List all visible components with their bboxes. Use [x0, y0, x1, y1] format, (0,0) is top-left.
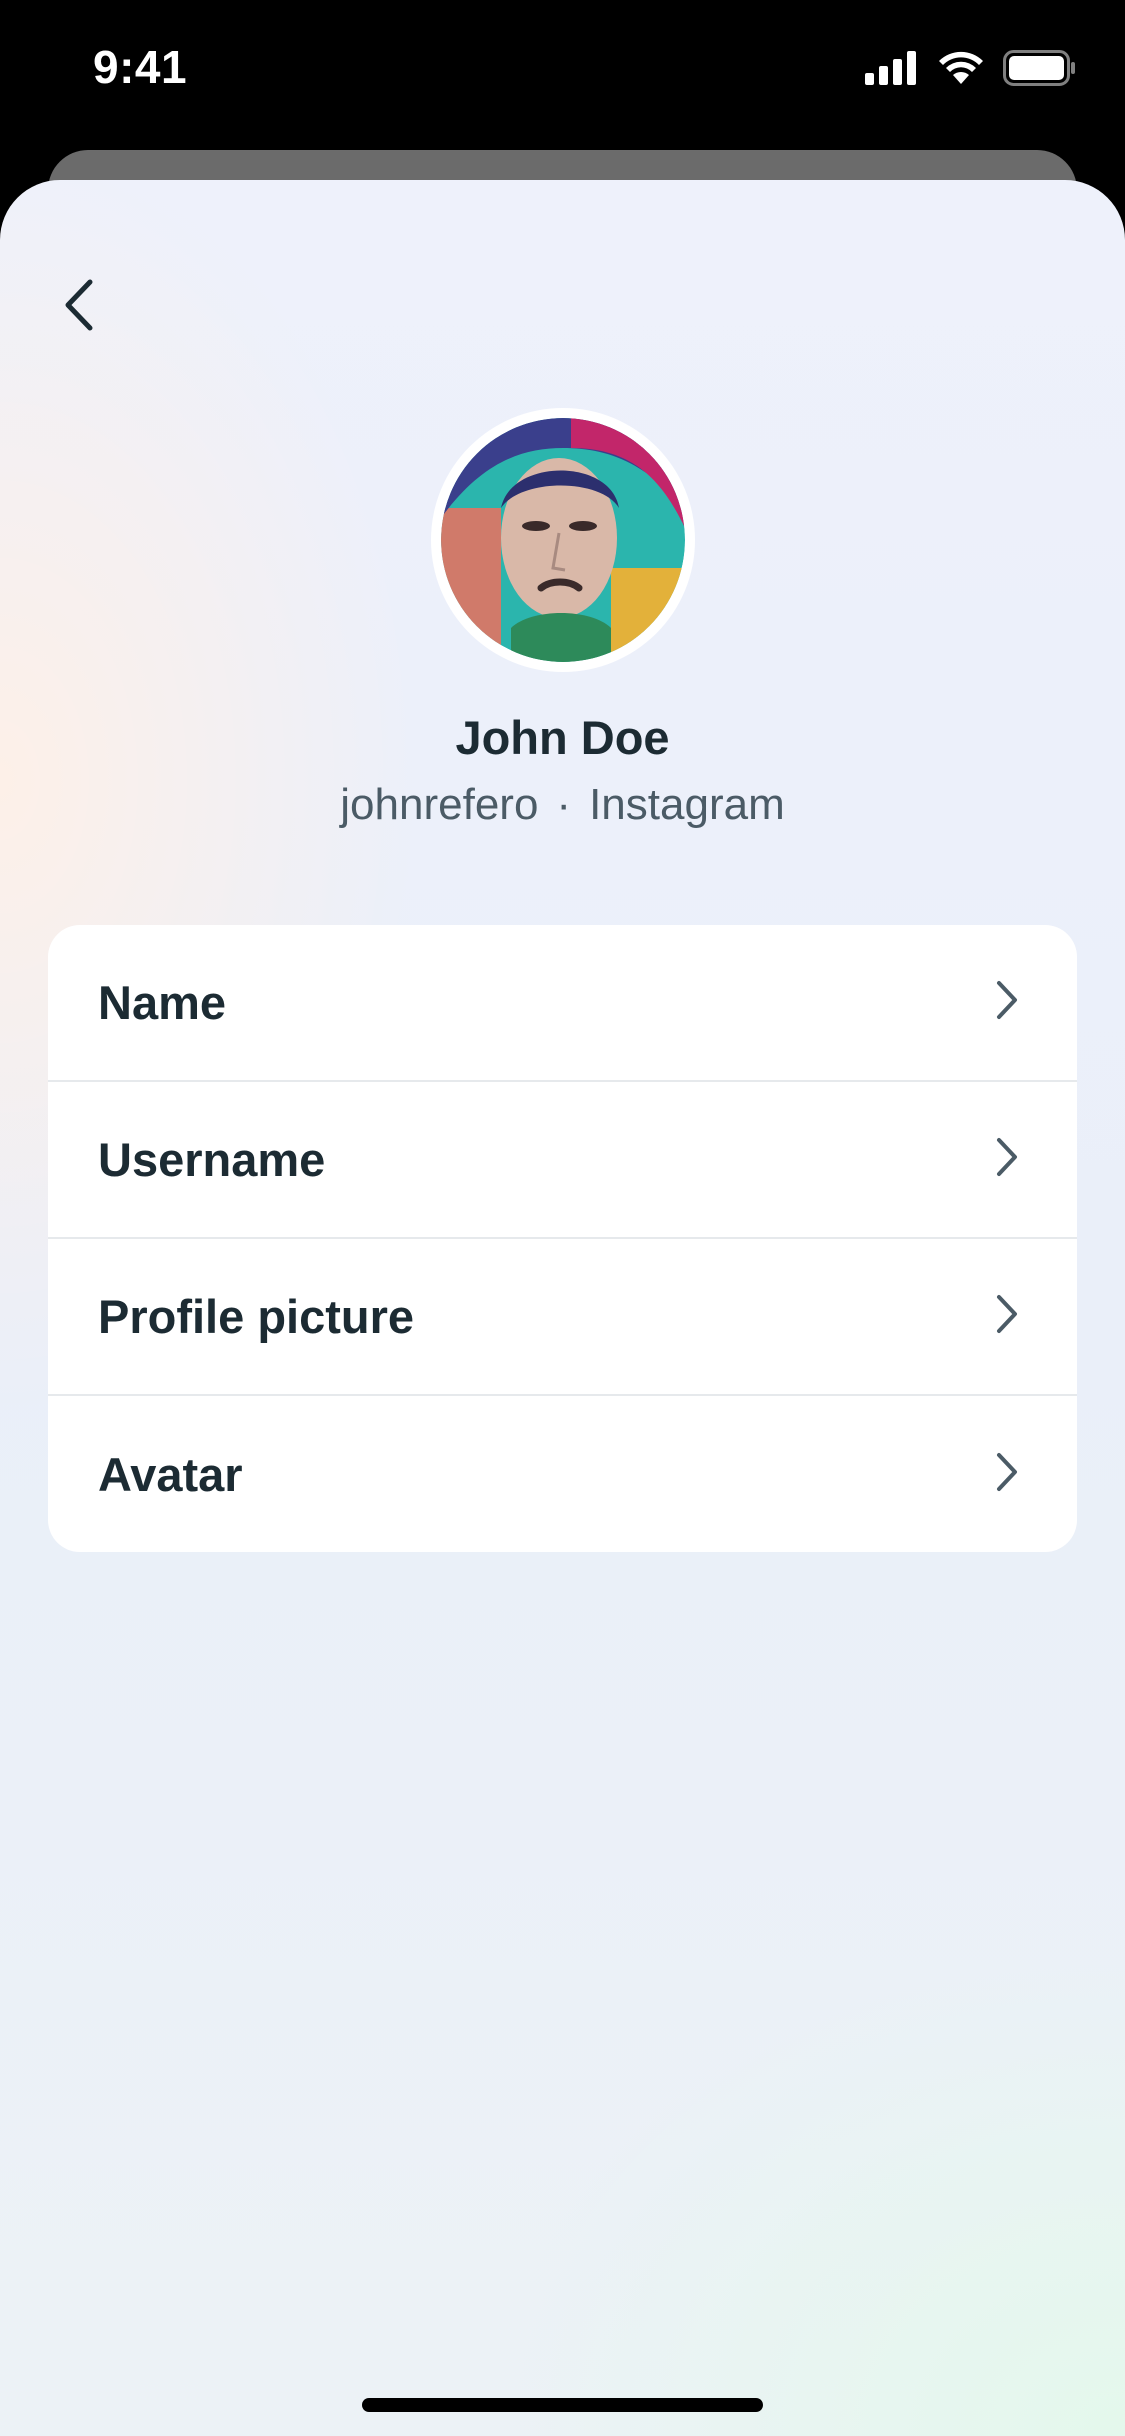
cellular-signal-icon	[865, 50, 919, 90]
home-indicator[interactable]	[362, 2398, 763, 2412]
profile-avatar	[431, 408, 695, 672]
wifi-icon	[937, 50, 985, 91]
chevron-right-icon	[993, 1293, 1021, 1340]
status-time: 9:41	[93, 41, 188, 93]
chevron-right-icon	[993, 979, 1021, 1026]
profile-sheet: John Doe johnrefero · Instagram Name Usern…	[0, 180, 1125, 2436]
row-label: Profile picture	[98, 1290, 415, 1343]
back-button[interactable]	[44, 272, 114, 342]
avatar-image	[441, 418, 685, 662]
row-name[interactable]: Name	[48, 925, 1077, 1082]
row-avatar[interactable]: Avatar	[48, 1396, 1077, 1552]
profile-platform: Instagram	[589, 780, 785, 829]
row-label: Avatar	[98, 1448, 243, 1501]
chevron-left-icon	[59, 277, 99, 338]
chevron-right-icon	[993, 1136, 1021, 1183]
status-bar: 9:41	[0, 0, 1125, 150]
profile-name: John Doe	[455, 711, 670, 764]
battery-icon	[1003, 49, 1077, 91]
chevron-right-icon	[993, 1451, 1021, 1498]
status-icons	[865, 49, 1077, 91]
row-username[interactable]: Username	[48, 1082, 1077, 1239]
profile-settings-list: Name Username Profile picture Avatar	[48, 925, 1077, 1552]
separator-dot: ·	[556, 780, 572, 829]
row-label: Name	[98, 976, 227, 1029]
row-profile-picture[interactable]: Profile picture	[48, 1239, 1077, 1396]
row-label: Username	[98, 1133, 326, 1186]
profile-subtitle: johnrefero · Instagram	[0, 780, 1125, 830]
profile-username: johnrefero	[340, 780, 539, 829]
